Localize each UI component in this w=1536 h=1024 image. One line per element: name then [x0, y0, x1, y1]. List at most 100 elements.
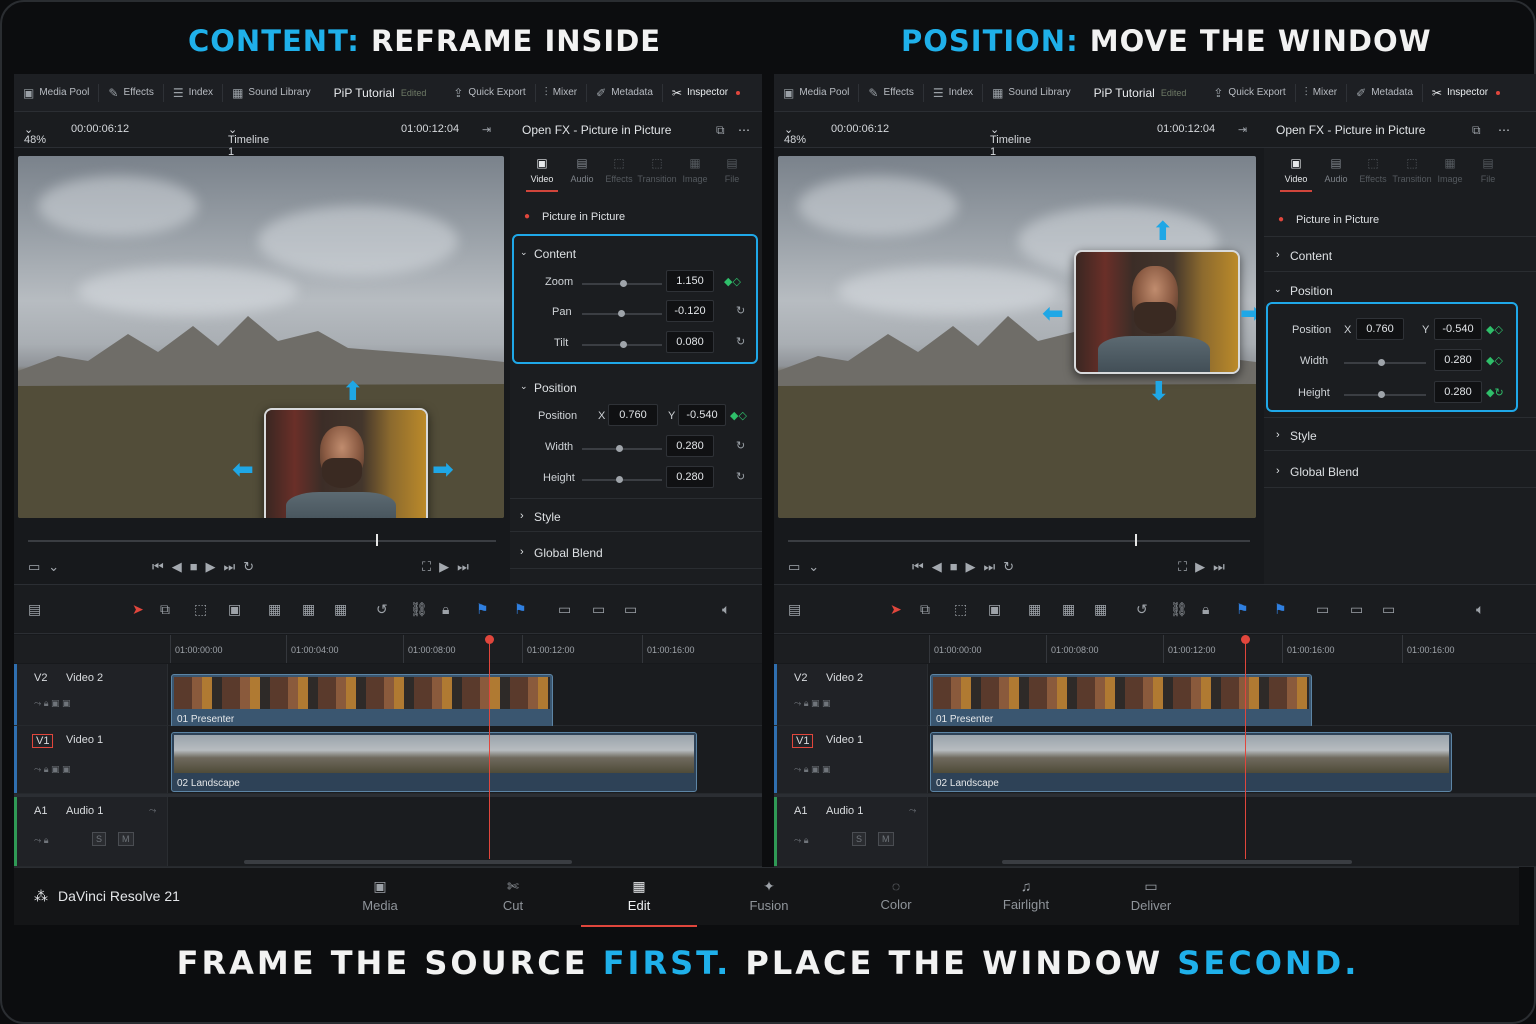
volume-icon[interactable]: 🔈︎	[1476, 601, 1484, 618]
clip-landscape[interactable]: 02 Landscape	[171, 732, 697, 792]
scrub-bar[interactable]	[788, 540, 1250, 542]
style-section-header[interactable]: › Style	[510, 498, 762, 532]
quick-export-button[interactable]: ⇪ Quick Export	[1204, 74, 1294, 111]
timeline-playhead[interactable]	[1245, 640, 1246, 859]
timeline-scrollbar[interactable]	[244, 860, 572, 864]
playhead-handle[interactable]	[1241, 635, 1250, 644]
viewer-mode-icon[interactable]: ▭⌄	[28, 559, 67, 575]
timeline-ruler[interactable]: 01:00:00:00 01:00:04:00 01:00:08:00 01:0…	[14, 635, 762, 663]
track-controls-icon[interactable]: ⤳ 🔒︎ ▣ ▣	[794, 698, 831, 709]
width-field[interactable]: 0.280	[1434, 349, 1482, 371]
insert-clip-icon[interactable]: ▦	[1028, 601, 1041, 618]
reset-icon[interactable]: ↻	[736, 439, 745, 452]
zoom-full-icon[interactable]: ▭	[1316, 601, 1329, 618]
position-x-field[interactable]: 0.760	[1356, 318, 1404, 340]
pan-slider[interactable]	[582, 310, 662, 317]
global-blend-section-header[interactable]: › Global Blend	[510, 535, 762, 569]
tab-effects[interactable]: ⬚ Effects	[1353, 156, 1393, 184]
global-blend-section-header[interactable]: › Global Blend	[1264, 454, 1536, 488]
loop-buttons[interactable]: ⛶▶⏭	[1178, 559, 1233, 575]
timeline-ruler[interactable]: 01:00:00:00 01:00:08:00 01:00:12:00 01:0…	[774, 635, 1536, 663]
content-section-header[interactable]: › Content	[1264, 238, 1536, 272]
metadata-button[interactable]: ✐ Metadata	[587, 74, 662, 111]
tilt-field[interactable]: 0.080	[666, 331, 714, 353]
height-slider[interactable]	[582, 476, 662, 483]
overwrite-clip-icon[interactable]: ▦	[1062, 601, 1075, 618]
reset-icon[interactable]: ↻	[736, 304, 745, 317]
solo-button[interactable]: S	[92, 832, 107, 846]
index-button[interactable]: ☰ Index	[164, 74, 222, 111]
timeline-playhead[interactable]	[489, 640, 490, 859]
dynamic-trim-icon[interactable]: ⬚	[194, 601, 207, 618]
page-fairlight[interactable]: ♫ Fairlight	[986, 878, 1066, 912]
keyframe-icon[interactable]: ◆↻	[1486, 386, 1504, 399]
effect-enabled-icon[interactable]: ●	[1278, 214, 1284, 225]
tab-audio[interactable]: ▤ Audio	[562, 156, 602, 184]
replace-clip-icon[interactable]: ▦	[334, 601, 347, 618]
snapping-icon[interactable]: ↺	[1136, 601, 1148, 618]
effect-row[interactable]: ● Picture in Picture	[510, 200, 762, 234]
pan-field[interactable]: -0.120	[666, 300, 714, 322]
link-icon[interactable]: ⛓	[410, 601, 428, 618]
zoom-custom-icon[interactable]: ▭	[1382, 601, 1395, 618]
page-fusion[interactable]: ✦ Fusion	[729, 878, 809, 913]
page-cut[interactable]: ✄ Cut	[473, 878, 553, 913]
page-deliver[interactable]: ▭ Deliver	[1111, 878, 1191, 913]
tilt-slider[interactable]	[582, 341, 662, 348]
index-button[interactable]: ☰ Index	[924, 74, 982, 111]
audio-route-icon[interactable]: ⤳	[149, 805, 156, 816]
effects-button[interactable]: ✎ Effects	[99, 74, 162, 111]
zoom-dropdown[interactable]: 48% ⌄	[24, 123, 46, 146]
reset-icon[interactable]: ↻	[736, 335, 745, 348]
flag-icon[interactable]: ⚑	[1236, 601, 1249, 618]
link-icon[interactable]: ⛓	[1170, 601, 1188, 618]
reset-icon[interactable]: ↻	[736, 470, 745, 483]
media-pool-button[interactable]: ▣ Media Pool	[14, 74, 98, 111]
dynamic-trim-icon[interactable]: ⬚	[954, 601, 967, 618]
trim-tool-icon[interactable]: ⧉	[160, 601, 170, 618]
viewer-options-icon[interactable]: ⇥	[482, 123, 491, 136]
track-controls-icon[interactable]: ⤳ 🔒︎ ▣ ▣	[34, 764, 71, 775]
lock-icon[interactable]: 🔒︎	[1202, 601, 1209, 618]
volume-icon[interactable]: 🔈︎	[722, 601, 730, 618]
selection-tool-icon[interactable]: ➤	[890, 601, 902, 618]
keyframe-icon[interactable]: ◆◇	[730, 409, 747, 422]
video-viewer[interactable]: ⬆ ⬇ ⬅ ➡	[778, 156, 1256, 518]
pip-window[interactable]	[264, 408, 428, 518]
quick-export-button[interactable]: ⇪ Quick Export	[444, 74, 534, 111]
page-media[interactable]: ▣ Media	[340, 878, 420, 913]
snapping-icon[interactable]: ↺	[376, 601, 388, 618]
track-controls-icon[interactable]: ⤳ 🔒︎ ▣ ▣	[34, 698, 71, 709]
position-x-field[interactable]: 0.760	[608, 404, 658, 426]
tab-image[interactable]: ▦ Image	[675, 156, 715, 184]
mixer-button[interactable]: ⫶ Mixer	[1296, 74, 1346, 111]
tab-transition[interactable]: ⬚ Transition	[637, 156, 677, 184]
scrub-playhead[interactable]	[1135, 534, 1137, 546]
more-options-icon[interactable]: ⋯	[1498, 123, 1510, 137]
playback-buttons[interactable]: ⏮◀■▶⏭↻	[912, 559, 1022, 575]
keyframe-icon[interactable]: ◆◇	[1486, 323, 1503, 336]
position-y-field[interactable]: -0.540	[1434, 318, 1482, 340]
content-section-header[interactable]: ⌄ Content	[510, 236, 762, 270]
keyframe-icon[interactable]: ◆◇	[724, 275, 741, 288]
zoom-detail-icon[interactable]: ▭	[1350, 601, 1363, 618]
scrub-playhead[interactable]	[376, 534, 378, 546]
page-color[interactable]: ◌ Color	[856, 878, 936, 912]
tab-video[interactable]: ▣ Video	[1276, 156, 1316, 192]
tab-transition[interactable]: ⬚ Transition	[1392, 156, 1432, 184]
height-field[interactable]: 0.280	[1434, 381, 1482, 403]
zoom-detail-icon[interactable]: ▭	[592, 601, 605, 618]
inspector-button[interactable]: ✂ Inspector	[663, 74, 749, 111]
page-edit[interactable]: ▦ Edit	[581, 878, 697, 927]
height-field[interactable]: 0.280	[666, 466, 714, 488]
overwrite-clip-icon[interactable]: ▦	[302, 601, 315, 618]
style-section-header[interactable]: › Style	[1264, 417, 1536, 451]
effect-enabled-icon[interactable]: ●	[524, 211, 530, 222]
pip-window[interactable]	[1074, 250, 1240, 374]
height-slider[interactable]	[1344, 391, 1426, 398]
track-controls-icon[interactable]: ⤳ 🔒︎	[34, 835, 49, 846]
tab-file[interactable]: ▤ File	[1468, 156, 1508, 184]
loop-buttons[interactable]: ⛶▶⏭	[422, 559, 477, 575]
clip-presenter[interactable]: 01 Presenter	[930, 674, 1312, 728]
track-controls-icon[interactable]: ⤳ 🔒︎	[794, 835, 809, 846]
